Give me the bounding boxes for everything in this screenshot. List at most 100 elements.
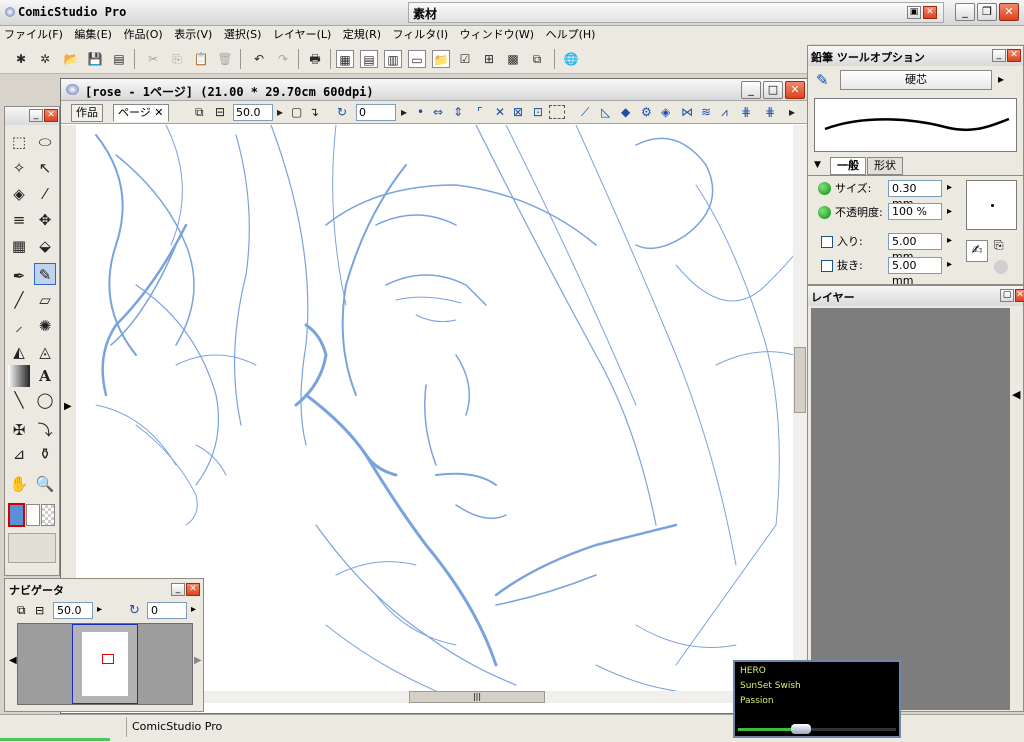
page-icon[interactable]: ▢: [291, 105, 302, 119]
globe-icon[interactable]: 🌐: [562, 50, 580, 68]
tool-options-minimize-button[interactable]: _: [992, 49, 1006, 62]
vertical-scroll-thumb[interactable]: [794, 347, 806, 413]
fade-out-field[interactable]: 5.00 mm: [888, 257, 942, 287]
reset-rotation-icon[interactable]: •: [417, 105, 424, 119]
horizontal-scroll-thumb[interactable]: |||: [409, 691, 545, 703]
grid-snap-icon[interactable]: ⊠: [513, 105, 523, 119]
copy-icon[interactable]: ⎘: [168, 50, 186, 68]
menu-file[interactable]: ファイル(F): [0, 26, 67, 43]
ruler-frame-icon[interactable]: ⌜: [477, 105, 483, 119]
close-button[interactable]: ✕: [999, 3, 1019, 21]
lasso-select-icon[interactable]: ⬭: [34, 131, 56, 153]
navigator-zoom-box-icon[interactable]: ⊟: [35, 604, 44, 617]
tab-close-icon[interactable]: ✕: [154, 106, 163, 119]
triangle-icon[interactable]: ◺: [601, 105, 610, 119]
tab-page[interactable]: ページ ✕: [113, 104, 169, 122]
magic-wand-icon[interactable]: ✧: [8, 157, 30, 179]
menu-edit[interactable]: 編集(E): [70, 26, 116, 43]
zoom-fit-icon[interactable]: ⧉: [195, 105, 204, 119]
navigator-next-icon[interactable]: ▶: [194, 655, 202, 666]
undo-icon[interactable]: ↶: [250, 50, 268, 68]
open-icon[interactable]: 📂: [62, 50, 80, 68]
tool-options-close-button[interactable]: ✕: [1007, 49, 1021, 62]
parallel-icon[interactable]: ≋: [701, 105, 711, 119]
navigator-preview[interactable]: [17, 623, 193, 705]
panel-options-icon[interactable]: ☑: [456, 50, 474, 68]
panel-history-icon[interactable]: ⧉: [528, 50, 546, 68]
size-pressure-indicator[interactable]: [818, 182, 831, 195]
brush-icon[interactable]: ⸝: [8, 315, 30, 337]
minimize-button[interactable]: _: [955, 3, 975, 21]
eraser-icon[interactable]: ▱: [34, 289, 56, 311]
tool-palette-minimize-button[interactable]: _: [29, 109, 43, 122]
transparent-color-swatch[interactable]: [41, 504, 55, 526]
settings-copy-icon[interactable]: ⎘: [994, 238, 1004, 253]
panel-material-icon[interactable]: 📁: [432, 50, 450, 68]
opacity-arrow-icon[interactable]: ▸: [947, 206, 952, 217]
panel-tools-icon[interactable]: ▦: [336, 50, 354, 68]
correct-line-icon[interactable]: ⊿: [8, 443, 30, 465]
tool-palette-close-button[interactable]: ✕: [44, 109, 58, 122]
frame-icon[interactable]: ✠: [8, 419, 30, 441]
size-arrow-icon[interactable]: ▸: [947, 182, 952, 193]
sozai-panel-bar[interactable]: 素材 ▣ ✕: [408, 2, 944, 23]
fade-in-checkbox[interactable]: [821, 236, 833, 248]
marker-icon[interactable]: ╱: [8, 289, 30, 311]
navigator-zoom-fit-icon[interactable]: ⧉: [17, 603, 26, 618]
white-color-swatch[interactable]: [26, 504, 40, 526]
guide-icon[interactable]: ⊡: [533, 105, 543, 119]
menu-layer[interactable]: レイヤー(L): [269, 26, 335, 43]
line-icon[interactable]: ╲: [8, 389, 30, 411]
layer-move-icon[interactable]: ≡: [8, 209, 30, 231]
navigator-rotate-icon[interactable]: ↻: [129, 603, 140, 618]
ruler-select-icon[interactable]: ⬙: [34, 235, 56, 257]
fill-icon[interactable]: ◭: [8, 341, 30, 363]
size-field[interactable]: 0.30 mm: [888, 180, 942, 210]
paste-icon[interactable]: 📋: [192, 50, 210, 68]
fade-out-arrow-icon[interactable]: ▸: [947, 259, 952, 270]
expand-icon[interactable]: ✕: [495, 105, 505, 119]
delete-icon[interactable]: 🗑: [216, 50, 234, 68]
tab-shape[interactable]: 形状: [867, 157, 903, 175]
tab-general[interactable]: 一般: [830, 157, 866, 175]
concentric-icon[interactable]: ◈: [661, 105, 670, 119]
stamp-icon[interactable]: ⚱: [34, 443, 56, 465]
layer-list[interactable]: [811, 308, 1010, 710]
zoom-icon[interactable]: 🔍: [34, 473, 56, 495]
flip-vertical-icon[interactable]: ⇕: [453, 105, 463, 119]
new-page-icon[interactable]: ✱: [12, 50, 30, 68]
doc-close-button[interactable]: ✕: [785, 81, 805, 99]
perspective-icon[interactable]: ⚙: [641, 105, 652, 119]
rotate-icon[interactable]: ↻: [337, 105, 347, 119]
print-icon[interactable]: 🖶: [306, 50, 324, 68]
close-doc-icon[interactable]: ▤: [110, 50, 128, 68]
navigator-prev-icon[interactable]: ◀: [9, 655, 17, 666]
hand-icon[interactable]: ✋: [8, 473, 30, 495]
panel-info-icon[interactable]: ⊞: [480, 50, 498, 68]
drawing-color-swatch[interactable]: [8, 503, 25, 527]
fade-in-arrow-icon[interactable]: ▸: [947, 235, 952, 246]
navigator-zoom-arrow-icon[interactable]: ▸: [97, 604, 102, 615]
layer-panel-expand-icon[interactable]: ◀: [1012, 388, 1020, 401]
music-player[interactable]: HERO SunSet Swish Passion: [733, 660, 901, 738]
menu-ruler[interactable]: 定規(R): [339, 26, 385, 43]
hatch-icon[interactable]: ⋕: [741, 105, 751, 119]
gradient-icon[interactable]: [8, 365, 30, 387]
curve-ruler-icon[interactable]: ⩘: [721, 105, 728, 119]
ruler-icon[interactable]: ⟋: [581, 105, 589, 119]
navigator-zoom-field[interactable]: 50.0: [53, 602, 93, 619]
panel-navigator-icon[interactable]: ▭: [408, 50, 426, 68]
navigator-minimize-button[interactable]: _: [171, 583, 185, 596]
layer-panel-minimize-button[interactable]: ▢: [1000, 289, 1014, 302]
panel-properties-icon[interactable]: ▥: [384, 50, 402, 68]
eyedropper-icon[interactable]: ⁄: [34, 183, 56, 205]
music-progress-thumb[interactable]: [791, 724, 811, 734]
menu-select[interactable]: 選択(S): [220, 26, 266, 43]
opacity-pressure-indicator[interactable]: [818, 206, 831, 219]
grid-icon[interactable]: ⋕: [765, 105, 775, 119]
pressure-settings-icon[interactable]: ✍: [966, 240, 988, 262]
navigator-rotation-arrow-icon[interactable]: ▸: [191, 604, 196, 615]
navigator-rotation-field[interactable]: 0: [147, 602, 187, 619]
rotation-arrow-icon[interactable]: ▸: [401, 105, 407, 119]
opacity-field[interactable]: 100 %: [888, 203, 942, 220]
